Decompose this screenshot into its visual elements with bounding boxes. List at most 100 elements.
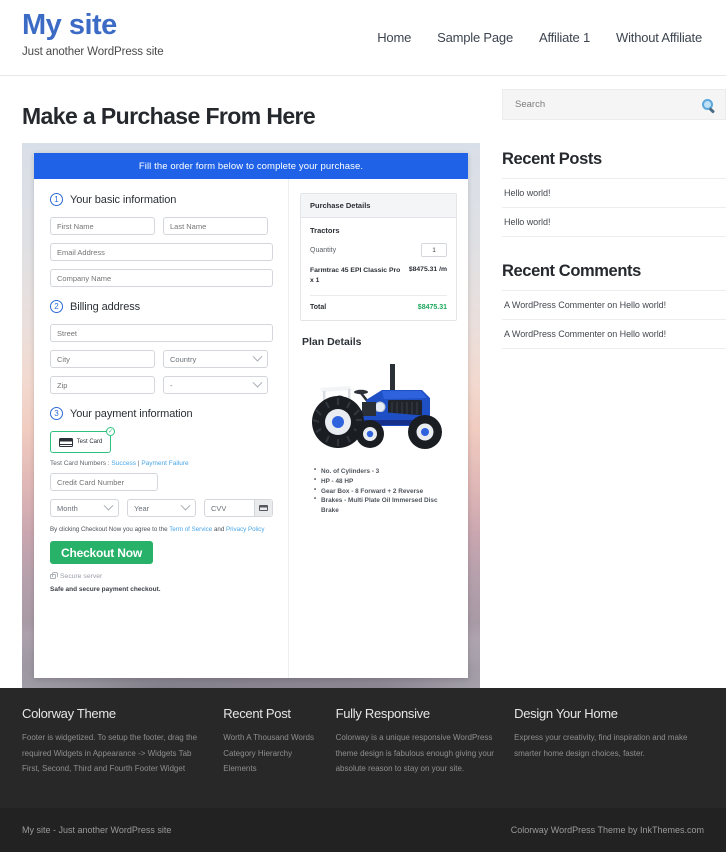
step-1-number: 1 (50, 193, 63, 206)
spec-item: Brakes - Multi Plate Oil Immersed Disc B… (314, 495, 457, 516)
line-item-price: $8475.31 /m (408, 266, 447, 273)
nav-item-home[interactable]: Home (377, 30, 411, 45)
recent-posts-list: Hello world! Hello world! (502, 178, 726, 237)
state-select-value: - (170, 380, 173, 390)
list-item[interactable]: A WordPress Commenter on Hello world! (502, 291, 726, 320)
list-item[interactable]: Hello world! (502, 208, 726, 237)
tos-prefix: By clicking Checkout Now you agree to th… (50, 526, 170, 533)
search-input[interactable]: Search (515, 99, 545, 110)
footer-widget-text: Express your creativity, find inspiratio… (514, 733, 688, 758)
footer-site-credit: My site - Just another WordPress site (22, 825, 172, 835)
page-title: Make a Purchase From Here (22, 103, 316, 129)
blue-tractor-illustration (311, 363, 442, 449)
footer-widget-recent-post: Recent Post Worth A Thousand Words Categ… (223, 706, 335, 808)
last-name-input[interactable] (163, 217, 268, 235)
footer-list-item[interactable]: Worth A Thousand Words (223, 730, 319, 746)
search-widget[interactable]: Search (502, 89, 726, 120)
email-row (50, 243, 273, 261)
footer-theme-credit[interactable]: Colorway WordPress Theme by InkThemes.co… (511, 825, 704, 835)
zip-state-row: - (50, 376, 272, 394)
credit-card-number-input[interactable] (50, 473, 158, 491)
recent-posts-title: Recent Posts (502, 150, 602, 168)
page-wrapper: Make a Purchase From Here Fill the order… (0, 76, 726, 688)
footer-widget-title: Recent Post (223, 706, 291, 721)
payment-failure-link[interactable]: Payment Failure (141, 460, 188, 467)
recent-comments-widget: Recent Comments A WordPress Commenter on… (502, 262, 726, 349)
nav-item-affiliate-1[interactable]: Affiliate 1 (539, 30, 590, 45)
cvv-card-icon-box (254, 500, 272, 516)
list-item[interactable]: Hello world! (502, 179, 726, 208)
nav-item-without-affiliate[interactable]: Without Affiliate (616, 30, 702, 45)
test-card-label: Test Card (76, 439, 103, 445)
list-item[interactable]: A WordPress Commenter on Hello world! (502, 320, 726, 349)
secure-server-label: Secure server (60, 573, 103, 580)
footer-widget-title: Design Your Home (514, 706, 618, 721)
quantity-row: Quantity 1 (310, 243, 447, 257)
street-input[interactable] (50, 324, 273, 342)
state-select[interactable]: - (163, 376, 268, 394)
search-icon[interactable] (702, 99, 713, 110)
test-card-numbers-note: Test Card Numbers : Success | Payment Fa… (50, 460, 272, 467)
success-link[interactable]: Success (111, 460, 136, 467)
step-3-label: Your payment information (70, 407, 193, 420)
secure-server-row: Secure server (50, 572, 272, 580)
spec-item: Gear Box - 8 Forward + 2 Reverse (314, 486, 457, 497)
card-number-row (50, 473, 272, 491)
company-input[interactable] (50, 269, 273, 287)
chevron-down-icon (103, 500, 114, 511)
first-name-input[interactable] (50, 217, 155, 235)
email-input[interactable] (50, 243, 273, 261)
site-title[interactable]: My site (22, 9, 164, 42)
cvv-card-icon (259, 505, 268, 511)
city-input[interactable] (50, 350, 155, 368)
privacy-policy-link[interactable]: Privacy Policy (226, 526, 265, 533)
step-3-heading: 3 Your payment information (50, 407, 272, 420)
recent-comments-list: A WordPress Commenter on Hello world! A … (502, 290, 726, 349)
terms-notice: By clicking Checkout Now you agree to th… (50, 526, 272, 533)
month-select-value: Month (57, 503, 78, 513)
footer-list-item[interactable]: Category Hierarchy (223, 746, 319, 762)
tractor-image (300, 358, 457, 458)
city-country-row: Country (50, 350, 272, 368)
lock-icon (50, 572, 58, 579)
country-select[interactable]: Country (163, 350, 268, 368)
recent-posts-widget: Recent Posts Hello world! Hello world! (502, 150, 726, 237)
zip-input[interactable] (50, 376, 155, 394)
footer-widget-title: Colorway Theme (22, 706, 116, 721)
step-1-heading: 1 Your basic information (50, 193, 272, 206)
month-select[interactable]: Month (50, 499, 119, 517)
quantity-input[interactable]: 1 (421, 243, 447, 257)
chevron-down-icon (252, 351, 263, 362)
footer-widget-fully-responsive: Fully Responsive Colorway is a unique re… (336, 706, 515, 808)
checkout-now-button[interactable]: Checkout Now (50, 541, 153, 564)
street-row (50, 324, 273, 342)
year-select[interactable]: Year (127, 499, 196, 517)
site-header: My site Just another WordPress site Home… (0, 0, 726, 76)
tos-and: and (212, 526, 226, 533)
footer-widget-title: Fully Responsive (335, 706, 430, 721)
terms-of-service-link[interactable]: Term of Service (169, 526, 212, 533)
test-card-button[interactable]: Test Card ✓ (50, 427, 115, 453)
total-row: Total $8475.31 (310, 296, 447, 311)
step-3-number: 3 (50, 407, 63, 420)
footer-widget-text: Footer is widgetized. To setup the foote… (22, 733, 198, 774)
purchase-details-column: Purchase Details Tractors Quantity 1 Far… (289, 179, 468, 678)
nav-item-sample-page[interactable]: Sample Page (437, 30, 513, 45)
product-name: Tractors (310, 226, 340, 235)
chevron-down-icon (252, 377, 263, 388)
check-icon: ✓ (106, 427, 115, 436)
year-select-value: Year (134, 503, 150, 513)
primary-navigation: Home Sample Page Affiliate 1 Without Aff… (377, 0, 704, 45)
purchase-details-body: Tractors Quantity 1 Farmtrac 45 EPI Clas… (301, 218, 456, 320)
order-form-background: Fill the order form below to complete yo… (22, 143, 480, 688)
quantity-label: Quantity (310, 246, 337, 254)
safe-checkout-note: Safe and secure payment checkout. (50, 586, 161, 593)
footer-list-item[interactable]: Elements (223, 761, 319, 777)
site-branding[interactable]: My site Just another WordPress site (22, 0, 164, 58)
content-column: Make a Purchase From Here Fill the order… (22, 76, 480, 688)
cvv-field[interactable]: CVV (204, 499, 273, 517)
spec-item: No. of Cylinders - 3 (314, 466, 457, 477)
credit-card-icon (58, 437, 73, 447)
plan-details-title: Plan Details (302, 335, 362, 348)
recent-comments-title: Recent Comments (502, 262, 641, 280)
